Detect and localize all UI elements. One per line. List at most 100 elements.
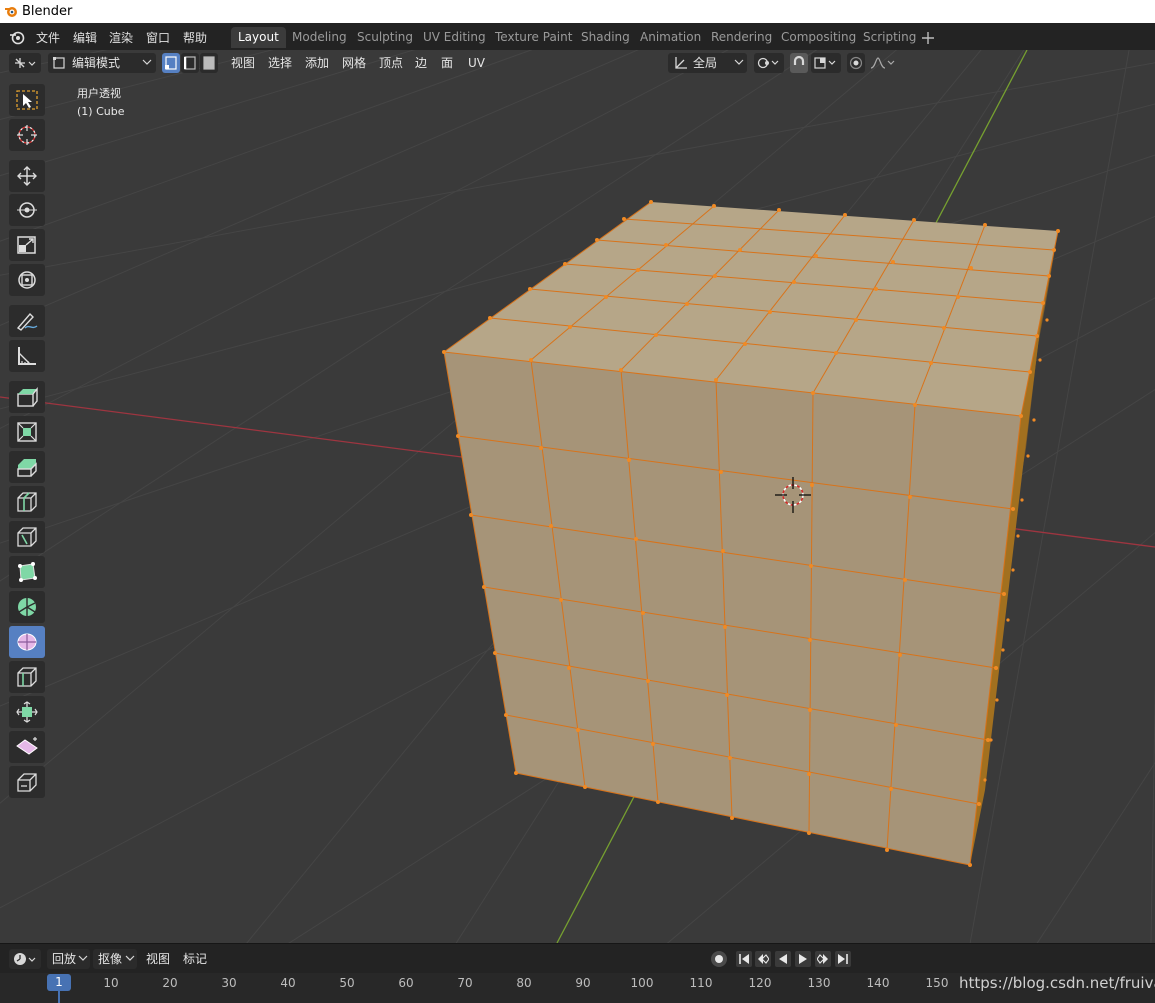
tool-shear[interactable] [9, 731, 45, 763]
edit-mode-icon [53, 57, 65, 69]
current-frame-indicator[interactable]: 1 [47, 974, 71, 991]
frame-tick: 130 [807, 976, 831, 990]
proportional-editing-toggle[interactable] [847, 53, 865, 73]
header-menu-face[interactable]: 面 [441, 53, 453, 73]
tool-scale[interactable] [9, 229, 45, 261]
header-menu-add[interactable]: 添加 [305, 53, 329, 73]
timeline-menu-view[interactable]: 视图 [146, 949, 170, 969]
tool-poly-build[interactable] [9, 556, 45, 588]
mode-label: 编辑模式 [72, 56, 121, 70]
annotate-pencil-icon [16, 312, 38, 331]
jump-to-keyframe-prev-button[interactable] [755, 951, 771, 967]
snap-toggle[interactable] [790, 53, 808, 73]
playback-label: 回放 [52, 952, 77, 966]
transform-orientation-dropdown[interactable]: 全局 [668, 53, 747, 73]
watermark-text: https://blog.csdn.net/fruiva [959, 974, 1155, 992]
orientation-label: 全局 [693, 56, 718, 70]
tab-texture-paint[interactable]: Texture Paint [488, 27, 579, 48]
blender-menu-icon[interactable] [9, 29, 25, 45]
frame-tick: 110 [689, 976, 713, 990]
mode-dropdown[interactable]: 编辑模式 [48, 53, 156, 73]
record-icon [715, 955, 723, 963]
extrude-region-icon [17, 387, 38, 407]
menu-help[interactable]: 帮助 [183, 29, 207, 46]
frame-tick: 70 [457, 976, 473, 990]
snap-target-dropdown[interactable] [811, 53, 841, 73]
header-menu-view[interactable]: 视图 [231, 53, 255, 73]
tool-annotate[interactable] [9, 305, 45, 337]
vertex-select-mode-button[interactable] [162, 53, 180, 73]
tab-sculpting[interactable]: Sculpting [350, 27, 420, 48]
add-workspace-icon[interactable] [921, 31, 935, 45]
tab-uv-editing[interactable]: UV Editing [416, 27, 493, 48]
tool-loop-cut[interactable] [9, 486, 45, 518]
tool-rip-region[interactable] [9, 766, 45, 798]
proportional-falloff-dropdown[interactable] [868, 53, 898, 73]
tool-transform[interactable] [9, 264, 45, 296]
tab-animation[interactable]: Animation [633, 27, 708, 48]
tool-extrude-region[interactable] [9, 381, 45, 413]
playback-dropdown[interactable]: 回放 [47, 949, 90, 969]
frame-tick: 140 [866, 976, 890, 990]
rip-region-icon [17, 773, 37, 792]
tool-rotate[interactable] [9, 194, 45, 226]
tool-shrink-fatten[interactable] [9, 696, 45, 728]
tool-knife[interactable] [9, 521, 45, 553]
cursor-icon [17, 125, 37, 145]
face-select-mode-button[interactable] [200, 53, 218, 73]
menu-window[interactable]: 窗口 [146, 29, 170, 46]
tab-modeling[interactable]: Modeling [285, 27, 354, 48]
menu-render[interactable]: 渲染 [109, 29, 133, 46]
tool-smooth[interactable] [9, 626, 45, 658]
tab-rendering[interactable]: Rendering [704, 27, 779, 48]
view-perspective-label: 用户透视 [77, 87, 121, 100]
pivot-point-dropdown[interactable] [754, 53, 784, 73]
header-menu-edge[interactable]: 边 [415, 53, 427, 73]
knife-icon [17, 527, 37, 547]
tool-measure[interactable] [9, 340, 45, 372]
cube-mesh[interactable] [442, 200, 1060, 867]
menu-edit[interactable]: 编辑 [73, 29, 97, 46]
auto-keying-toggle[interactable] [711, 951, 727, 967]
select-box-icon [16, 90, 38, 110]
tool-inset-faces[interactable] [9, 416, 45, 448]
keying-dropdown[interactable]: 抠像 [93, 949, 137, 969]
menu-file[interactable]: 文件 [36, 29, 60, 46]
magnet-icon [793, 55, 805, 65]
play-button[interactable] [795, 951, 811, 967]
scale-icon [17, 236, 36, 254]
tool-cursor[interactable] [9, 119, 45, 151]
tool-select-box[interactable] [9, 84, 45, 116]
tool-bevel[interactable] [9, 451, 45, 483]
header-menu-vertex[interactable]: 顶点 [379, 53, 403, 73]
edge-select-mode-button[interactable] [181, 53, 199, 73]
header-menu-select[interactable]: 选择 [268, 53, 292, 73]
jump-start-icon [739, 954, 749, 964]
header-menu-uv[interactable]: UV [468, 53, 485, 73]
tab-shading[interactable]: Shading [574, 27, 637, 48]
editor-type-dropdown[interactable] [9, 53, 41, 73]
prev-keyframe-icon [758, 954, 769, 964]
pivot-point-icon [757, 57, 779, 69]
timeline-header: 回放 抠像 视图 标记 [0, 943, 1155, 974]
tool-spin[interactable] [9, 591, 45, 623]
clock-icon [14, 953, 36, 965]
proportional-editing-icon [849, 56, 863, 70]
timeline-menu-marker[interactable]: 标记 [183, 949, 207, 969]
jump-to-end-button[interactable] [835, 951, 851, 967]
window-title: Blender [22, 4, 73, 19]
play-reverse-button[interactable] [775, 951, 791, 967]
jump-to-keyframe-next-button[interactable] [815, 951, 831, 967]
play-reverse-icon [779, 954, 787, 964]
frame-tick: 80 [516, 976, 532, 990]
tab-layout[interactable]: Layout [231, 27, 286, 48]
3d-viewport[interactable] [0, 50, 1155, 943]
tab-compositing[interactable]: Compositing [774, 27, 863, 48]
tab-scripting[interactable]: Scripting [856, 27, 923, 48]
timeline-editor-type-dropdown[interactable] [9, 949, 41, 969]
move-arrows-icon [17, 166, 37, 186]
jump-to-start-button[interactable] [736, 951, 752, 967]
tool-edge-slide[interactable] [9, 661, 45, 693]
header-menu-mesh[interactable]: 网格 [342, 53, 366, 73]
tool-move[interactable] [9, 160, 45, 192]
